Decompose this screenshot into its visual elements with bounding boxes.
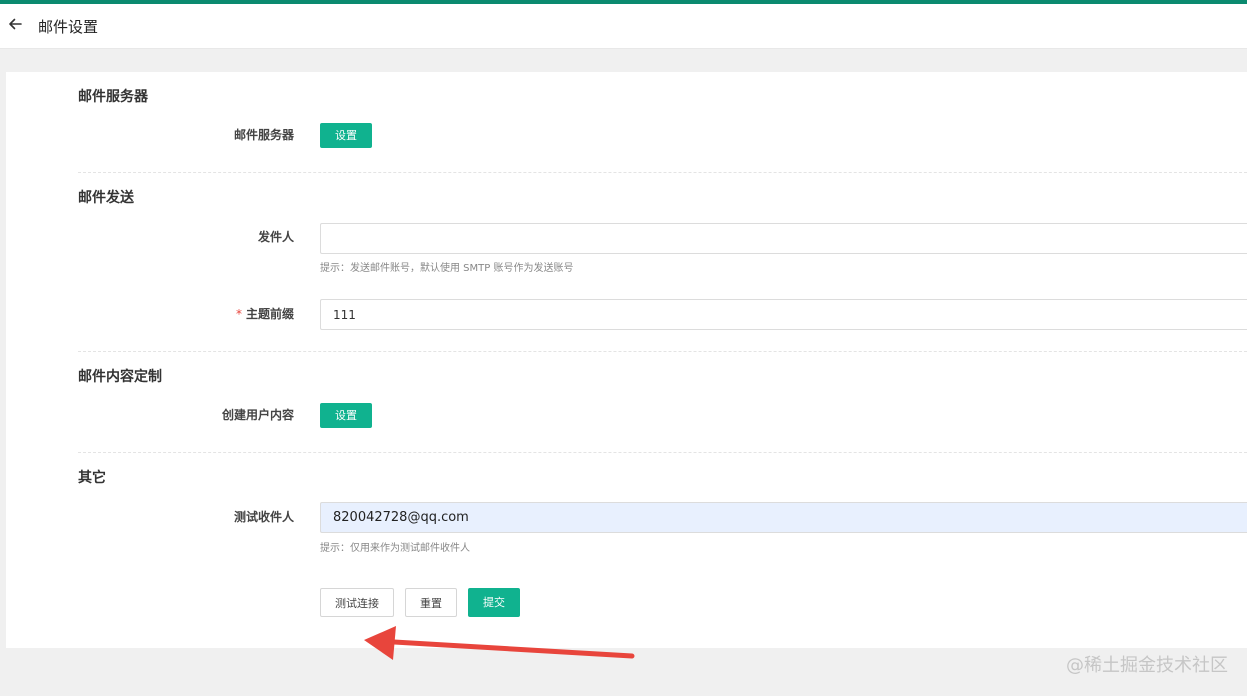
settings-form: 邮件服务器 邮件服务器 设置 邮件发送 发件人 提示：发送邮件账号，默认使用 S… — [6, 72, 1247, 648]
reset-button[interactable]: 重置 — [405, 588, 457, 617]
sender-input[interactable] — [320, 223, 1247, 254]
subject-prefix-input[interactable] — [320, 299, 1247, 330]
section-title-mail-send: 邮件发送 — [78, 190, 134, 206]
page-title: 邮件设置 — [38, 18, 99, 36]
sender-label: 发件人 — [257, 230, 294, 244]
required-mark: * — [235, 307, 242, 321]
subject-prefix-label-text: 主题前缀 — [245, 307, 294, 321]
section-divider — [78, 351, 1247, 352]
section-title-mail-content: 邮件内容定制 — [78, 369, 162, 385]
create-user-content-settings-button[interactable]: 设置 — [320, 403, 372, 428]
test-connection-button[interactable]: 测试连接 — [320, 588, 394, 617]
subject-prefix-label: * 主题前缀 — [236, 305, 294, 323]
section-divider — [78, 452, 1247, 453]
section-divider — [78, 172, 1247, 173]
arrow-left-icon[interactable] — [7, 16, 23, 32]
test-recipient-input[interactable] — [320, 502, 1247, 533]
page-header: 邮件设置 — [0, 4, 1247, 49]
mail-server-settings-button[interactable]: 设置 — [320, 123, 372, 148]
test-recipient-hint: 提示：仅用来作为测试邮件收件人 — [320, 543, 470, 554]
submit-button[interactable]: 提交 — [468, 588, 520, 617]
mail-server-label: 邮件服务器 — [233, 128, 294, 142]
test-recipient-label: 测试收件人 — [233, 510, 294, 524]
watermark: @稀土掘金技术社区 — [1066, 655, 1228, 676]
section-title-mail-server: 邮件服务器 — [78, 89, 148, 105]
create-user-content-label: 创建用户内容 — [221, 408, 294, 422]
section-title-other: 其它 — [78, 470, 106, 486]
sender-hint: 提示：发送邮件账号，默认使用 SMTP 账号作为发送账号 — [320, 263, 574, 274]
